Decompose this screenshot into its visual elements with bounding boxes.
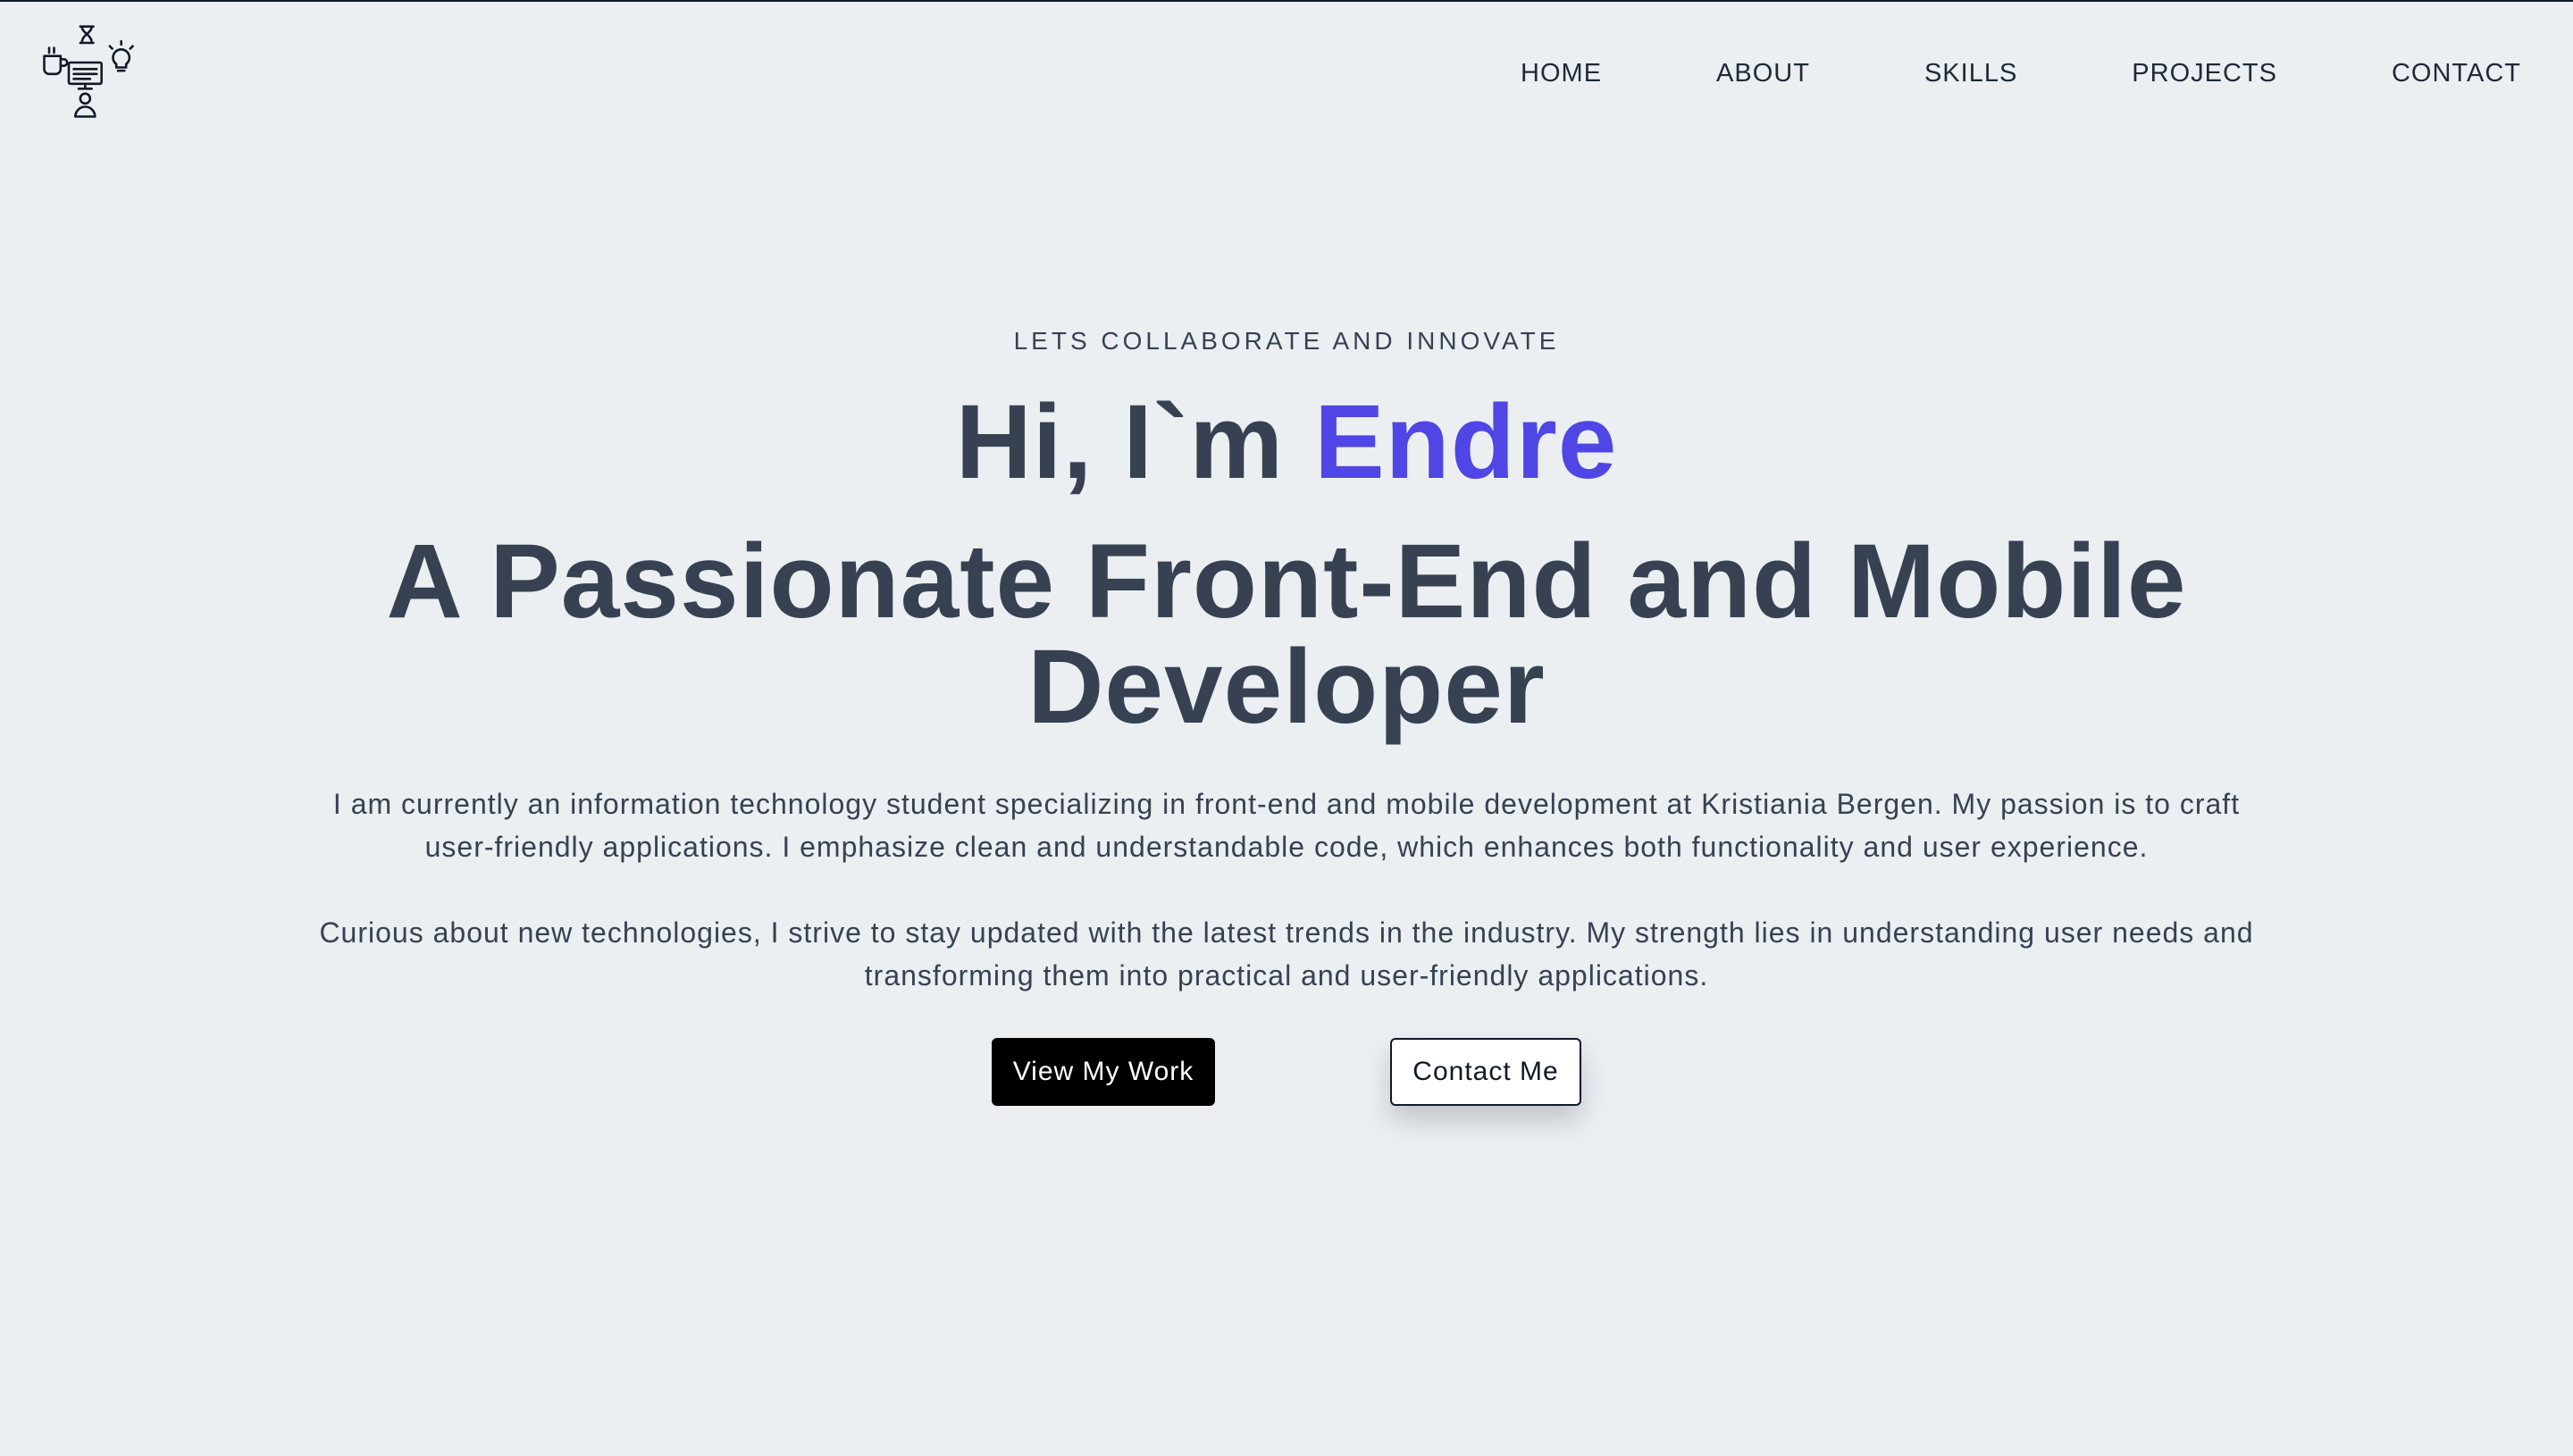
contact-me-button[interactable]: Contact Me: [1390, 1038, 1581, 1106]
headline-line-2: Developer: [1027, 628, 1546, 746]
hero-section: LETS COLLABORATE AND INNOVATE Hi, I`m En…: [0, 0, 2573, 1456]
strength-paragraph: Curious about new technologies, I strive…: [319, 916, 2254, 992]
hero-greeting: Hi, I`m Endre: [0, 384, 2573, 500]
view-my-work-button[interactable]: View My Work: [992, 1038, 1215, 1106]
greeting-text: Hi, I`m: [955, 383, 1285, 501]
headline-line-1: A Passionate Front-End and Mobile: [386, 523, 2187, 640]
intro-paragraph: I am currently an information technology…: [332, 788, 2241, 863]
hero-headline: A Passionate Front-End and Mobile Develo…: [0, 529, 2573, 740]
hero-name: Endre: [1313, 383, 1618, 501]
hero-eyebrow: LETS COLLABORATE AND INNOVATE: [1013, 327, 1560, 355]
